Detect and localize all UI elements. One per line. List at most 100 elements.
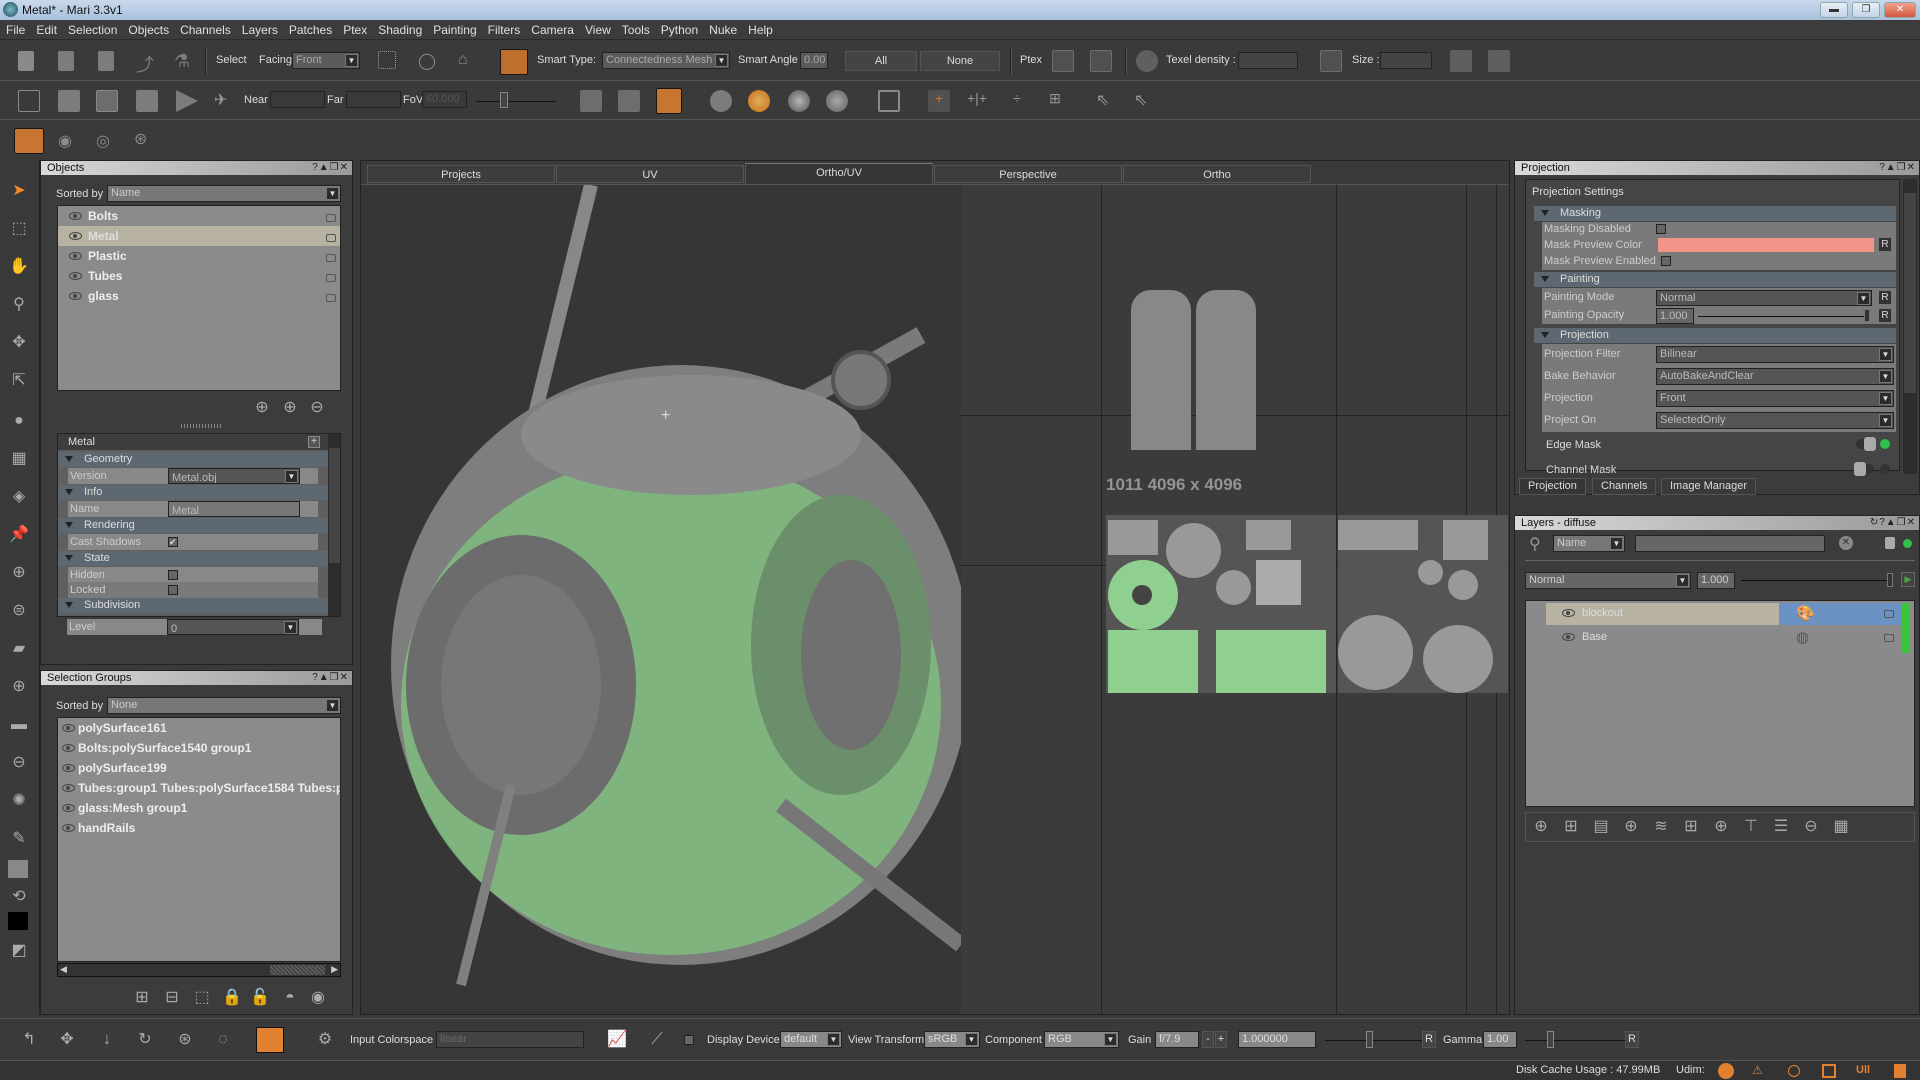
add-group-layer-icon[interactable]: ⊕ xyxy=(1710,816,1732,838)
project-on-dropdown[interactable]: SelectedOnly ▼ xyxy=(1656,412,1894,429)
view-transform-dropdown[interactable]: sRGB ▼ xyxy=(924,1031,980,1048)
menu-patches[interactable]: Patches xyxy=(283,20,337,37)
reset-painting-mode-button[interactable]: R xyxy=(1878,290,1892,305)
menu-painting[interactable]: Painting xyxy=(427,20,481,37)
painting-opacity-input[interactable]: 1.000 xyxy=(1656,308,1694,324)
layer-name[interactable]: blockout xyxy=(1582,607,1623,619)
select-group-icon[interactable]: ⬚ xyxy=(191,987,213,1009)
visibility-eye-icon[interactable] xyxy=(1562,609,1575,617)
paint-drop-icon[interactable]: ● xyxy=(8,410,30,432)
paste-layout-icon[interactable] xyxy=(1488,50,1510,72)
wireframe-cube-icon[interactable] xyxy=(18,90,40,112)
unlock-group-icon[interactable]: 🔓 xyxy=(249,987,271,1009)
minimize-button[interactable]: ▬ xyxy=(1820,2,1848,18)
lasso-icon[interactable]: ◌ xyxy=(212,1029,234,1051)
remove-group-icon[interactable]: ⊟ xyxy=(161,987,183,1009)
projection-section[interactable]: Projection xyxy=(1534,328,1896,343)
select-faces-icon[interactable] xyxy=(656,88,682,114)
gamma-slider-handle[interactable] xyxy=(1547,1031,1554,1048)
info-section[interactable]: Info xyxy=(58,485,328,500)
color-settings-icon[interactable]: ⚙ xyxy=(314,1029,336,1051)
groups-sort-dropdown[interactable]: None ▼ xyxy=(107,697,341,714)
move-icon[interactable]: ✥ xyxy=(56,1029,78,1051)
tab-perspective[interactable]: Perspective xyxy=(934,165,1122,183)
four-view-icon[interactable]: ⊞ xyxy=(1044,90,1066,112)
panel-window-buttons[interactable]: ↻?▲❐✕ xyxy=(1870,516,1916,530)
menu-ptex[interactable]: Ptex xyxy=(337,20,372,37)
visibility-eye-icon[interactable] xyxy=(69,272,82,280)
masking-section[interactable]: Masking xyxy=(1534,206,1896,221)
clone-tool-icon[interactable]: ⊜ xyxy=(8,600,30,622)
tab-uv[interactable]: UV xyxy=(556,165,744,183)
lock-icon[interactable] xyxy=(326,254,336,262)
fov-slider-track[interactable] xyxy=(476,101,556,102)
layer-filter-dropdown[interactable]: Name ▼ xyxy=(1553,535,1625,552)
split-vertical-icon[interactable]: +|+ xyxy=(966,90,988,112)
default-colors-icon[interactable]: ◩ xyxy=(8,940,30,962)
panel-window-buttons[interactable]: ?▲❐✕ xyxy=(312,671,349,685)
select-patch-icon[interactable] xyxy=(618,90,640,112)
channel-mask-toggle[interactable] xyxy=(1854,462,1874,476)
scroll-left-icon[interactable]: ◀ xyxy=(60,964,67,975)
split-horizontal-icon[interactable]: ÷ xyxy=(1006,90,1028,112)
eye-icon[interactable]: ◉ xyxy=(58,131,80,153)
smart-type-dropdown[interactable]: Connectedness Mesh ▼ xyxy=(602,52,730,69)
group-item[interactable]: glass:Mesh group1 xyxy=(58,798,340,818)
add-mask-icon[interactable]: ▤ xyxy=(1590,816,1612,838)
ptex-subdivide-icon[interactable] xyxy=(1090,50,1112,72)
display-device-dropdown[interactable]: default ▼ xyxy=(780,1031,842,1048)
transform-tool-icon[interactable]: ✥ xyxy=(8,332,30,354)
masking-disabled-checkbox[interactable] xyxy=(1656,224,1666,234)
gamma-slider-track[interactable] xyxy=(1525,1040,1625,1041)
objects-sort-dropdown[interactable]: Name ▼ xyxy=(107,185,341,202)
layer-name[interactable]: Base xyxy=(1582,631,1607,643)
udim-size-icon[interactable] xyxy=(1320,50,1342,72)
smudge-tool-icon[interactable]: ⊖ xyxy=(8,752,30,774)
opacity-slider-track[interactable] xyxy=(1698,316,1868,317)
menu-layers[interactable]: Layers xyxy=(236,20,283,37)
reset-opacity-button[interactable]: R xyxy=(1878,308,1892,323)
new-project-icon[interactable] xyxy=(18,51,34,71)
object-item[interactable]: Plastic xyxy=(58,246,340,266)
projection-filter-dropdown[interactable]: Bilinear ▼ xyxy=(1656,346,1894,363)
paint-through-icon[interactable] xyxy=(14,128,44,154)
pin-tool-icon[interactable]: 📌 xyxy=(8,524,30,546)
level-dropdown[interactable]: 0 ▼ xyxy=(167,619,299,635)
name-input[interactable]: Metal xyxy=(168,501,300,517)
grid-view-icon[interactable]: ▦ xyxy=(1830,816,1852,838)
visibility-eye-icon[interactable] xyxy=(69,212,82,220)
projection-scrollbar[interactable] xyxy=(1903,179,1917,474)
full-shading-icon[interactable] xyxy=(826,90,848,112)
menu-file[interactable]: File xyxy=(0,20,30,37)
mask-preview-color-swatch[interactable] xyxy=(1658,238,1874,252)
smart-angle-input[interactable]: 0.00 xyxy=(800,52,828,69)
single-view-icon[interactable]: + xyxy=(928,90,950,112)
menu-channels[interactable]: Channels xyxy=(174,20,236,37)
scrollbar-thumb[interactable] xyxy=(1904,193,1916,393)
group-item[interactable]: polySurface161 xyxy=(58,718,340,738)
lit-shading-icon[interactable] xyxy=(748,90,770,112)
move-down-icon[interactable]: ↓ xyxy=(96,1029,118,1051)
lock-icon[interactable] xyxy=(326,274,336,282)
hide-selected-icon[interactable]: ⇖ xyxy=(1134,90,1156,112)
visibility-eye-icon[interactable] xyxy=(69,232,82,240)
state-section[interactable]: State xyxy=(58,551,328,566)
save-project-icon[interactable] xyxy=(98,51,114,71)
poly-select-icon[interactable]: ⌂ xyxy=(458,51,480,73)
rendering-section[interactable]: Rendering xyxy=(58,518,328,533)
isolate-eye-icon[interactable]: ⊛ xyxy=(134,129,156,151)
lock-icon[interactable] xyxy=(326,294,336,302)
properties-scrollbar[interactable] xyxy=(328,434,340,616)
locked-checkbox[interactable] xyxy=(168,585,178,595)
fov-slider-handle[interactable] xyxy=(500,92,508,108)
texel-density-input[interactable] xyxy=(1238,52,1298,69)
near-input[interactable] xyxy=(270,91,325,108)
ortho-3d-view[interactable]: + xyxy=(361,185,961,1015)
hexagon-tool-icon[interactable] xyxy=(256,1027,284,1053)
udim-status-icon[interactable] xyxy=(1718,1063,1734,1079)
add-image-layer-icon[interactable]: ⊞ xyxy=(1560,816,1582,838)
reset-gain-button[interactable]: R xyxy=(1422,1031,1436,1048)
subdivision-section[interactable]: Subdivision xyxy=(58,598,328,613)
tab-channels[interactable]: Channels xyxy=(1592,478,1657,495)
uv-view[interactable]: 1011 4096 x 4096 xyxy=(961,185,1509,1014)
